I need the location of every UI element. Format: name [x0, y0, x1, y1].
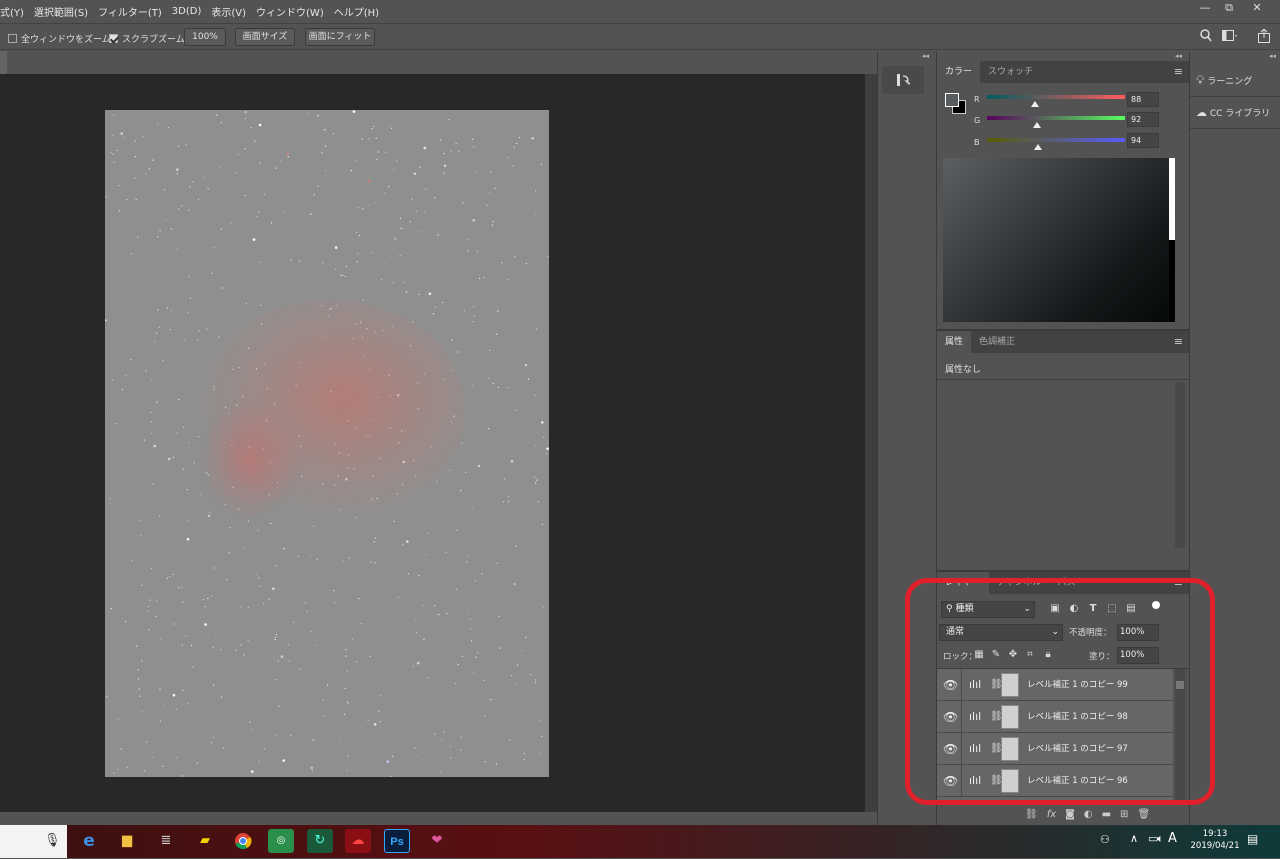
photoshop-icon[interactable]: Ps [384, 829, 410, 853]
tab-swatches[interactable]: スウォッチ [980, 61, 1041, 83]
scrubby-zoom-label: スクラブズーム [122, 35, 185, 45]
chrome-icon[interactable] [230, 829, 256, 853]
taskbar-search-box[interactable]: 🎙︎ [0, 825, 67, 858]
paint-icon[interactable]: ❤︎ [424, 829, 450, 853]
dock-divider [1190, 96, 1280, 97]
menu-help[interactable]: ヘルプ(H) [329, 4, 384, 19]
green-slider-thumb[interactable] [1032, 122, 1041, 128]
menu-view[interactable]: 表示(V) [206, 4, 251, 19]
minimize-button[interactable]: — [1194, 0, 1216, 16]
creative-cloud-icon[interactable]: ☁︎ [345, 829, 371, 853]
collapse-dock-icon[interactable]: ◂◂ [1269, 52, 1276, 60]
menu-image[interactable]: 式(Y) [0, 4, 29, 19]
history-panel-icon[interactable] [882, 66, 924, 94]
green-channel-label: G [974, 116, 981, 125]
collapse-right-icon[interactable]: ◂◂ [1175, 52, 1182, 60]
tab-color[interactable]: カラー [937, 61, 981, 83]
microphone-icon[interactable]: 🎙︎ [44, 833, 61, 848]
menu-3d[interactable]: 3D(D) [167, 6, 207, 17]
search-icon[interactable] [1200, 29, 1212, 43]
scrubby-zoom-checkbox[interactable] [109, 34, 118, 43]
screen-size-button[interactable]: 画面サイズ [235, 28, 295, 46]
color-ramp[interactable] [943, 158, 1175, 322]
document-tab-bar [7, 51, 877, 74]
tab-properties[interactable]: 属性 [937, 331, 972, 353]
blue-value-field[interactable]: 94 [1127, 133, 1159, 148]
green-slider[interactable] [987, 116, 1125, 120]
workspace-icon[interactable] [1222, 30, 1238, 42]
red-value-field[interactable]: 88 [1127, 92, 1159, 107]
lightbulb-icon: 💡︎ [1196, 73, 1205, 87]
blue-slider-thumb[interactable] [1033, 144, 1042, 150]
dock-divider [1190, 128, 1280, 129]
options-bar: 全ウィンドウをズーム スクラブズーム 100% 画面サイズ 画面にフィット [0, 23, 1280, 50]
close-button[interactable]: ✕ [1246, 0, 1268, 16]
menu-filter[interactable]: フィルター(T) [93, 4, 167, 19]
file-explorer-icon[interactable]: ▆ [114, 829, 140, 853]
menu-window[interactable]: ウィンドウ(W) [251, 4, 329, 19]
blue-slider[interactable] [987, 138, 1125, 142]
clock[interactable]: 19:13 2019/04/21 [1190, 829, 1240, 851]
menu-bar: 式(Y) 選択範囲(S) フィルター(T) 3D(D) 表示(V) ウィンドウ(… [0, 0, 1280, 22]
properties-scrollbar[interactable] [1175, 382, 1185, 548]
document-tab-strip [0, 51, 7, 74]
restore-button[interactable]: ⧉ [1218, 0, 1240, 16]
properties-separator [937, 379, 1189, 380]
collapse-left-icon[interactable]: ◂◂ [922, 52, 929, 60]
sticky-notes-icon[interactable]: ▰ [192, 829, 218, 853]
highlight-annotation [905, 578, 1215, 805]
new-layer-icon[interactable]: ⊞ [1120, 809, 1128, 823]
red-slider[interactable] [987, 95, 1125, 99]
app-spinner-icon[interactable]: ↻ [307, 829, 333, 853]
green-value-field[interactable]: 92 [1127, 112, 1159, 127]
color-panel-tabs: カラー スウォッチ ≡ [937, 61, 1189, 83]
edge-icon[interactable]: e [76, 829, 102, 853]
app-green-icon[interactable]: ◎ [268, 829, 294, 853]
canvas-vertical-scrollbar[interactable] [865, 74, 877, 812]
tab-adjustments[interactable]: 色調補正 [971, 331, 1023, 353]
red-slider-thumb[interactable] [1030, 101, 1039, 107]
zoom-all-windows-label: 全ウィンドウをズーム [21, 35, 111, 45]
cc-libraries-button[interactable]: ☁︎ CC ライブラリ [1196, 99, 1276, 127]
status-bar [0, 812, 877, 825]
zoom-all-windows-option[interactable]: 全ウィンドウをズーム [8, 32, 111, 45]
volume-icon[interactable]: 🔈︎ [1157, 832, 1164, 846]
trash-icon[interactable]: 🗑︎ [1137, 809, 1150, 823]
zoom-value-field[interactable]: 100% [184, 28, 226, 46]
adjustment-layer-icon[interactable]: ◐ [1084, 809, 1093, 823]
clock-time: 19:13 [1202, 829, 1228, 839]
people-icon[interactable]: ⚇ [1100, 833, 1110, 846]
nebula-glow-secondary [200, 400, 300, 520]
share-icon[interactable] [1258, 28, 1270, 43]
fx-icon[interactable]: fx [1047, 809, 1056, 823]
scrubby-zoom-option[interactable]: スクラブズーム [109, 32, 185, 45]
fit-screen-button[interactable]: 画面にフィット [305, 28, 375, 46]
blue-channel-label: B [974, 138, 980, 147]
app-stack-icon[interactable]: ≣ [153, 829, 179, 853]
color-ramp-black-strip [1169, 240, 1175, 322]
properties-panel-menu-icon[interactable]: ≡ [1174, 335, 1183, 348]
properties-empty-message: 属性なし [945, 365, 982, 375]
red-channel-label: R [974, 95, 980, 104]
notification-center-icon[interactable]: ▤ [1247, 832, 1258, 846]
ime-indicator[interactable]: A [1168, 831, 1177, 846]
properties-panel-tabs: 属性 色調補正 ≡ [937, 331, 1189, 353]
show-hidden-icons[interactable]: ∧ [1130, 832, 1138, 845]
windows-taskbar: 🎙︎ e ▆ ≣ ▰ ◎ ↻ ☁︎ Ps ❤︎ ⚇ ∧ ▭ 🔈︎ A 19:13… [0, 825, 1280, 858]
learn-label: ラーニング [1207, 77, 1253, 87]
color-ramp-white-strip [1169, 158, 1175, 240]
add-mask-icon[interactable]: ◙ [1065, 809, 1075, 823]
clock-date: 2019/04/21 [1190, 841, 1240, 851]
learn-panel-button[interactable]: 💡︎ ラーニング [1196, 66, 1276, 94]
link-layers-icon[interactable]: ⛓︎ [1025, 809, 1038, 823]
foreground-color-swatch[interactable] [945, 93, 959, 107]
zoom-all-windows-checkbox[interactable] [8, 34, 17, 43]
new-group-icon[interactable]: ▬ [1102, 809, 1111, 823]
cc-libraries-label: CC ライブラリ [1209, 109, 1271, 119]
cc-libraries-icon: ☁︎ [1196, 106, 1207, 119]
layers-footer: ⛓︎ fx ◙ ◐ ▬ ⊞ 🗑︎ [1025, 809, 1175, 823]
color-panel-menu-icon[interactable]: ≡ [1174, 65, 1183, 78]
menu-select[interactable]: 選択範囲(S) [29, 4, 93, 19]
